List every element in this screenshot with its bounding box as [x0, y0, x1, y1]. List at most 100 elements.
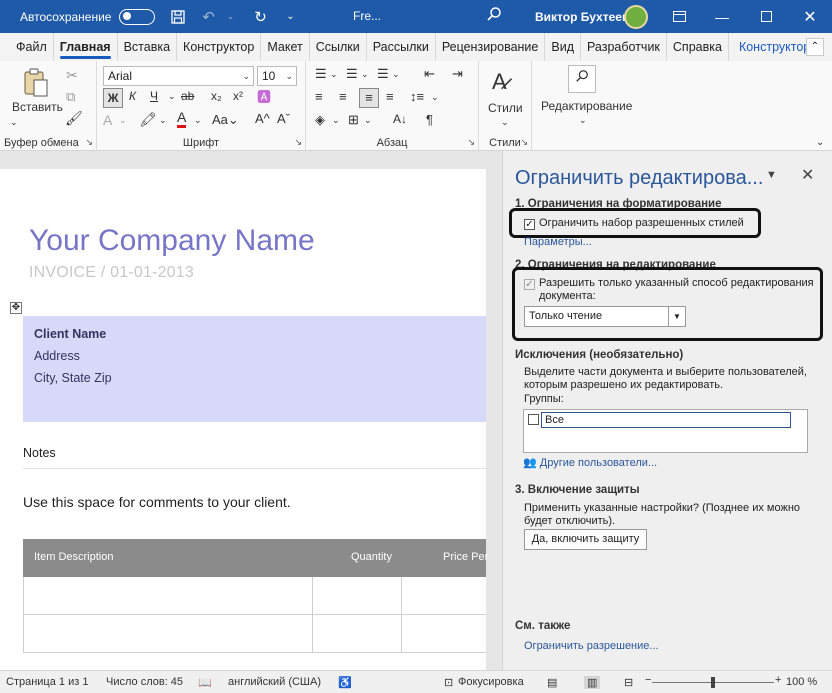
clipboard-launcher-icon[interactable]: ↘ — [85, 137, 93, 148]
pane-options-icon[interactable]: ▼ — [766, 169, 777, 181]
search-icon[interactable] — [486, 6, 502, 25]
tab-insert[interactable]: Вставка — [118, 33, 178, 61]
autosave-toggle[interactable] — [119, 8, 156, 25]
chevron-down-icon[interactable]: ▼ — [668, 307, 685, 326]
pane-close-icon[interactable]: ✕ — [801, 165, 814, 185]
table-row[interactable] — [23, 577, 486, 615]
tab-help[interactable]: Справка — [667, 33, 729, 61]
checkbox-unchecked-icon[interactable] — [528, 414, 539, 425]
ribbon-display-icon[interactable] — [657, 0, 701, 33]
increase-indent-icon[interactable]: ⇥ — [452, 66, 463, 82]
focus-icon[interactable]: ⊡ — [444, 676, 453, 689]
document-page[interactable]: Your Company Name INVOICE / 01-01-2013 ✥… — [0, 169, 488, 670]
undo-icon[interactable]: ↶ — [197, 6, 219, 28]
paragraph-launcher-icon[interactable]: ↘ — [467, 137, 475, 148]
avatar[interactable] — [624, 5, 648, 29]
highlight-dropdown-icon[interactable]: ⌄ — [159, 115, 167, 126]
restrict-permission-link[interactable]: Ограничить разрешение... — [524, 640, 659, 652]
editing-dropdown-icon[interactable]: ⌄ — [579, 115, 587, 126]
tab-references[interactable]: Ссылки — [310, 33, 367, 61]
other-users-row[interactable]: 👥 Другие пользователи... — [523, 456, 657, 469]
document-area[interactable]: Your Company Name INVOICE / 01-01-2013 ✥… — [0, 151, 502, 670]
maximize-icon[interactable] — [744, 0, 788, 33]
justify-icon[interactable]: ≡ — [359, 88, 379, 108]
zoom-level[interactable]: 100 % — [786, 676, 817, 688]
company-name[interactable]: Your Company Name — [29, 224, 315, 258]
groups-list[interactable]: Все — [523, 409, 808, 453]
focus-button[interactable]: Фокусировка — [458, 676, 524, 688]
styles-button[interactable]: Стили — [488, 101, 523, 115]
shading-dropdown-icon[interactable]: ⌄ — [332, 115, 340, 126]
styles-icon[interactable]: A̷ — [492, 69, 507, 95]
language-label[interactable]: английский (США) — [228, 676, 321, 688]
clear-formatting-icon[interactable]: 🅰 — [257, 87, 271, 107]
client-block[interactable]: Client Name Address City, State Zip — [23, 316, 486, 422]
groups-entry-everyone[interactable]: Все — [541, 412, 791, 428]
copy-icon[interactable]: ⧉ — [66, 89, 75, 105]
multilevel-dropdown-icon[interactable]: ⌄ — [392, 69, 400, 80]
superscript-icon[interactable]: x² — [233, 89, 243, 103]
styles-launcher-icon[interactable]: ↘ — [520, 137, 528, 148]
table-header[interactable]: Item Description Quantity Price Per — [23, 539, 488, 577]
zoom-out-icon[interactable]: − — [645, 674, 651, 686]
limit-styles-checkbox[interactable]: ✓ Ограничить набор разрешенных стилей — [524, 217, 744, 230]
tab-view[interactable]: Вид — [545, 33, 581, 61]
borders-dropdown-icon[interactable]: ⌄ — [364, 115, 372, 126]
redo-icon[interactable]: ↻ — [249, 6, 271, 28]
paste-icon[interactable] — [22, 68, 50, 101]
find-icon[interactable] — [568, 65, 596, 93]
align-right-icon[interactable]: ≡ — [386, 89, 394, 104]
shrink-font-icon[interactable]: Aˇ — [277, 111, 290, 126]
grow-font-icon[interactable]: A^ — [255, 111, 270, 126]
checkbox-checked-icon[interactable]: ✓ — [524, 219, 535, 230]
font-color-icon[interactable]: A — [177, 110, 187, 128]
tab-home[interactable]: Главная — [54, 33, 118, 61]
allow-editing-checkbox[interactable]: ✓ Разрешить только указанный способ редак… — [524, 277, 814, 290]
decrease-indent-icon[interactable]: ⇤ — [424, 66, 435, 82]
font-size-select[interactable]: 10 ⌄ — [257, 66, 297, 86]
tab-layout[interactable]: Макет — [261, 33, 310, 61]
ribbon-expand-icon[interactable]: ⌄ — [816, 137, 824, 148]
shading-icon[interactable]: ◈ — [315, 112, 325, 128]
enforce-protection-button[interactable]: Да, включить защиту — [524, 529, 647, 550]
underline-dropdown-icon[interactable]: ⌄ — [168, 91, 176, 102]
borders-icon[interactable]: ⊞ — [348, 112, 359, 128]
settings-link[interactable]: Параметры... — [524, 236, 592, 248]
table-row[interactable] — [23, 615, 486, 653]
font-color-dropdown-icon[interactable]: ⌄ — [194, 115, 202, 126]
strikethrough-icon[interactable]: ab — [181, 89, 194, 103]
tab-file[interactable]: Файл — [0, 33, 54, 61]
font-launcher-icon[interactable]: ↘ — [294, 137, 302, 148]
ribbon-collapse-icon[interactable]: ⌃ — [806, 38, 824, 56]
table-header-quantity[interactable]: Quantity — [351, 551, 392, 563]
sort-icon[interactable]: A↓ — [393, 112, 407, 126]
client-name[interactable]: Client Name — [34, 327, 106, 341]
zoom-slider-handle[interactable] — [711, 677, 715, 688]
read-mode-icon[interactable]: ▤ — [547, 676, 557, 689]
editing-type-select[interactable]: Только чтение ▼ — [524, 306, 686, 327]
numbering-icon[interactable]: ☰ — [346, 66, 358, 82]
client-address[interactable]: Address — [34, 349, 80, 363]
client-city[interactable]: City, State Zip — [34, 371, 112, 385]
italic-button[interactable]: К — [129, 89, 136, 103]
bullets-icon[interactable]: ☰ — [315, 66, 327, 82]
web-layout-icon[interactable]: ⊟ — [624, 676, 633, 689]
undo-dropdown-icon[interactable]: ⌄ — [219, 6, 241, 28]
tab-mailings[interactable]: Рассылки — [367, 33, 436, 61]
table-move-icon[interactable]: ✥ — [10, 302, 22, 314]
font-name-select[interactable]: Arial ⌄ — [103, 66, 254, 86]
paste-button[interactable]: Вставить — [12, 100, 63, 114]
format-painter-icon[interactable]: 🖌 — [65, 110, 83, 127]
print-layout-icon[interactable]: ▥ — [584, 676, 601, 689]
checkbox-checked-icon[interactable]: ✓ — [524, 279, 535, 290]
user-name[interactable]: Виктор Бухтеев — [535, 10, 629, 24]
line-spacing-dropdown-icon[interactable]: ⌄ — [431, 92, 439, 103]
table-header-description[interactable]: Item Description — [34, 551, 113, 563]
editing-button[interactable]: Редактирование — [541, 99, 632, 113]
close-icon[interactable]: ✕ — [788, 0, 832, 33]
tab-design[interactable]: Конструктор — [177, 33, 262, 61]
text-effects-icon[interactable]: A — [103, 112, 112, 128]
align-center-icon[interactable]: ≡ — [339, 89, 347, 104]
numbering-dropdown-icon[interactable]: ⌄ — [361, 69, 369, 80]
page-count[interactable]: Страница 1 из 1 — [6, 676, 88, 688]
